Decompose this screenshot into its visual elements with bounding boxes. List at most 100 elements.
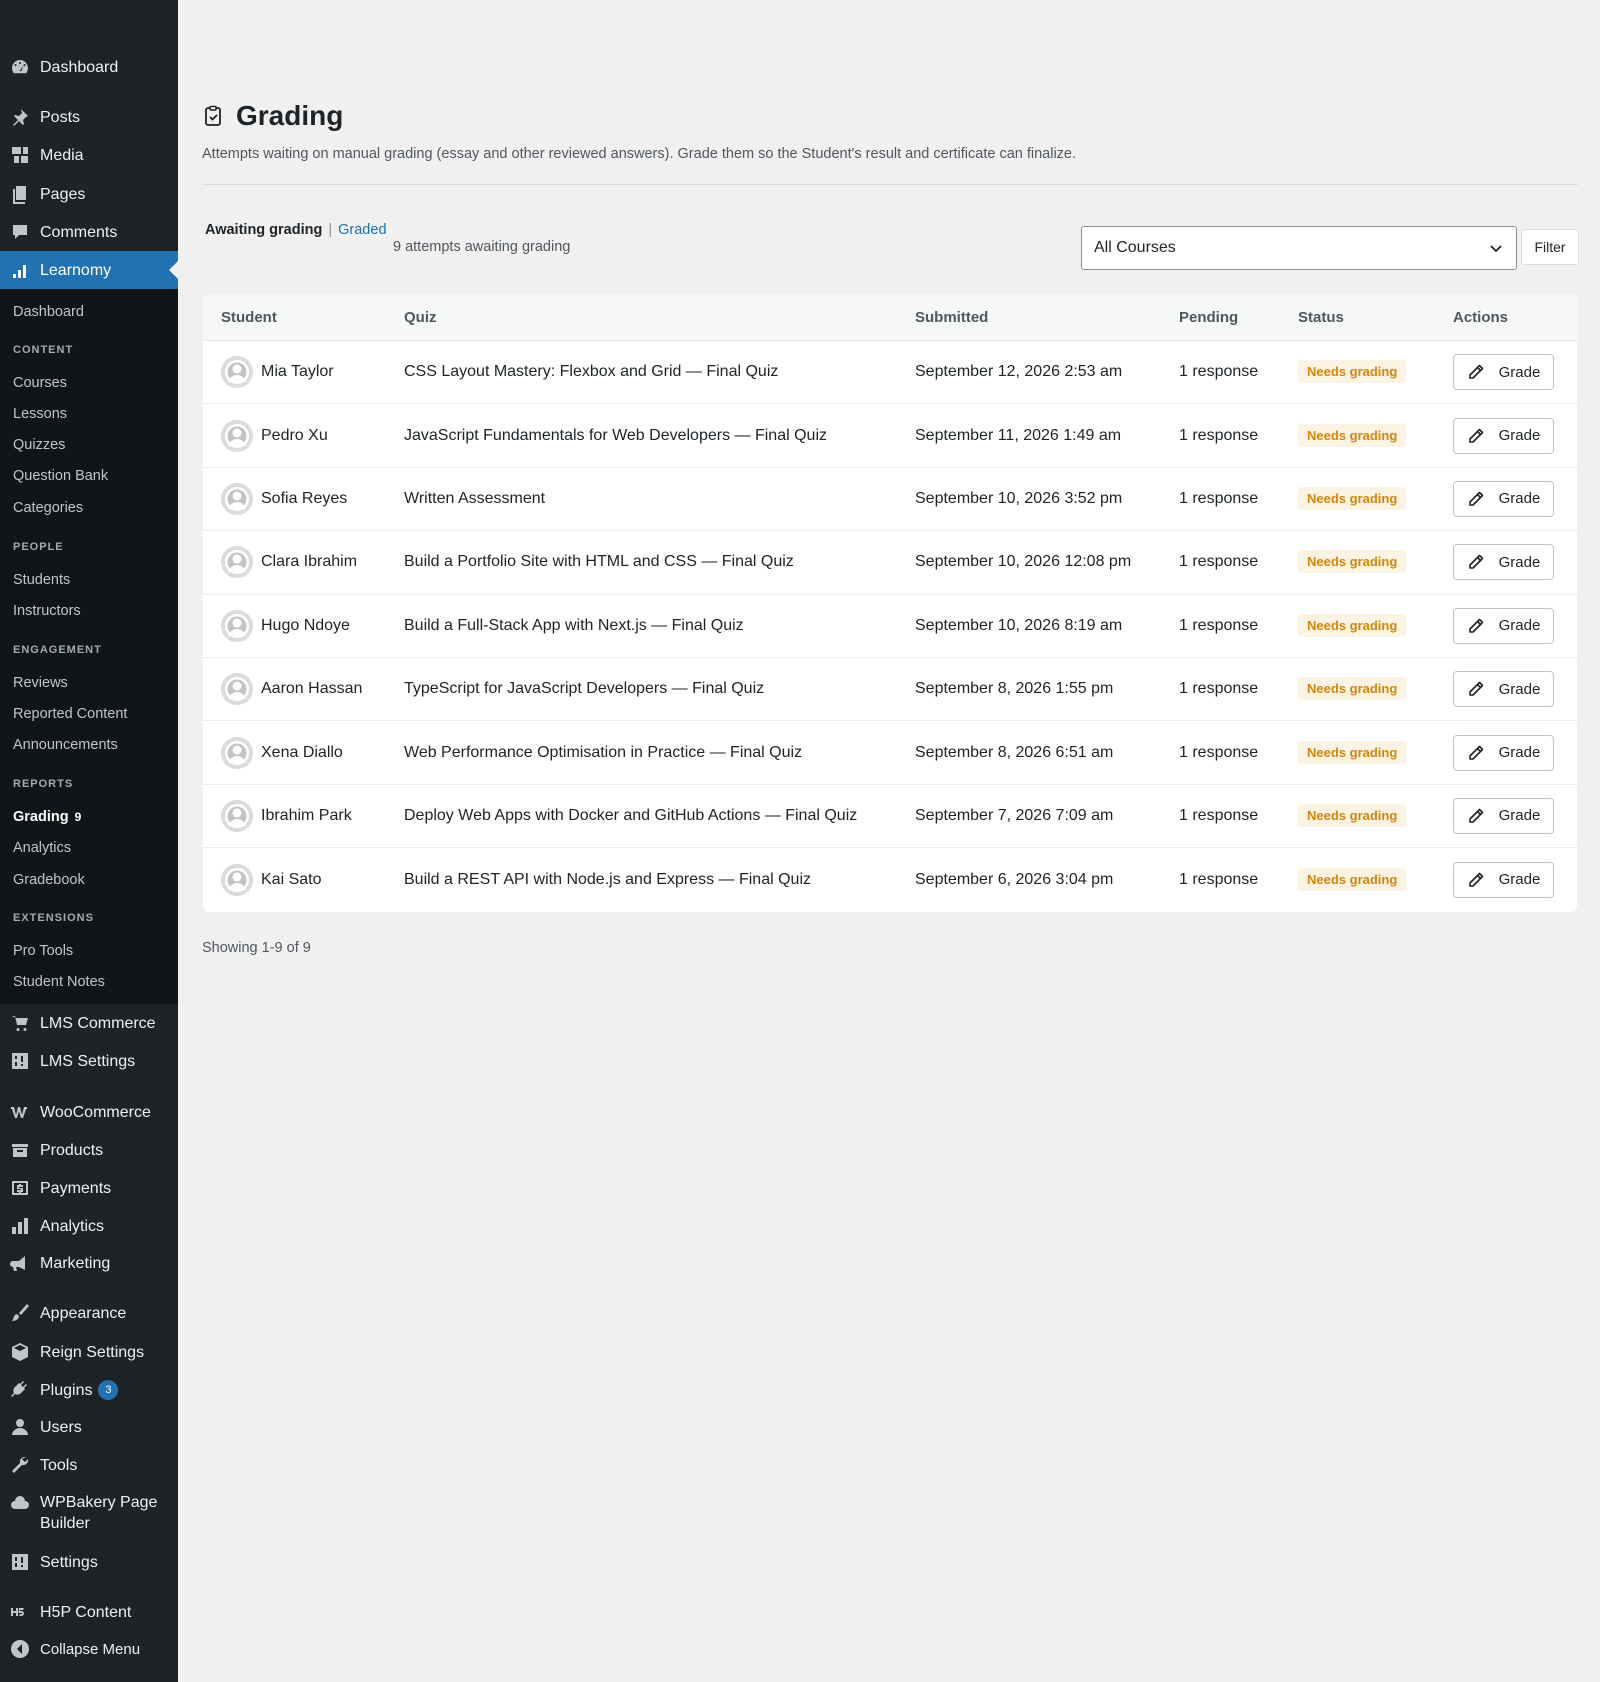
menu-label: Comments [40, 223, 118, 241]
plugins-label: Plugins [40, 1381, 93, 1399]
menu-appearance[interactable]: Appearance [0, 1294, 178, 1332]
submenu-student-notes[interactable]: Student Notes [13, 973, 105, 991]
status-cell: Needs grading [1298, 867, 1407, 891]
status-badge: Needs grading [1298, 550, 1407, 574]
course-filter-select[interactable]: All Courses [1081, 226, 1517, 270]
pin-icon [0, 107, 40, 127]
menu-lms-commerce[interactable]: LMS Commerce [0, 1004, 178, 1042]
menu-label: H5P Content [40, 1603, 132, 1621]
submenu-question-bank[interactable]: Question Bank [13, 467, 108, 485]
quiz-title: TypeScript for JavaScript Developers — F… [404, 680, 765, 698]
grade-button[interactable]: Grade [1453, 354, 1554, 391]
menu-posts[interactable]: Posts [0, 98, 178, 136]
submenu-courses[interactable]: Courses [13, 374, 67, 392]
menu-wpbakery[interactable]: WPBakery Page Builder [0, 1484, 178, 1540]
menu-reign-settings[interactable]: Reign Settings [0, 1333, 178, 1371]
dashboard-icon [0, 57, 40, 77]
grade-button-label: Grade [1498, 427, 1541, 445]
menu-pages[interactable]: Pages [0, 175, 178, 213]
avatar [221, 419, 253, 452]
view-awaiting-grading[interactable]: Awaiting grading [205, 222, 322, 238]
grade-button[interactable]: Grade [1453, 671, 1554, 708]
submenu-students[interactable]: Students [13, 571, 70, 589]
submenu-pro-tools[interactable]: Pro Tools [13, 942, 73, 960]
menu-marketing[interactable]: Marketing [0, 1244, 178, 1282]
menu-plugins[interactable]: Plugins 3 [0, 1371, 178, 1409]
submitted-date: September 12, 2026 2:53 am [915, 363, 1123, 381]
submenu-quizzes[interactable]: Quizzes [13, 436, 65, 454]
submenu-reported-content[interactable]: Reported Content [13, 705, 127, 723]
menu-woocommerce[interactable]: WooCommerce [0, 1093, 178, 1131]
submenu-announcements[interactable]: Announcements [13, 736, 118, 754]
menu-label: Posts [40, 108, 81, 126]
grade-button[interactable]: Grade [1453, 480, 1554, 517]
status-badge: Needs grading [1298, 486, 1407, 510]
menu-learnomy[interactable]: Learnomy [0, 251, 178, 289]
student-name: Hugo Ndoye [261, 616, 350, 634]
pending-count: 1 response [1179, 553, 1259, 571]
grade-button[interactable]: Grade [1453, 797, 1554, 834]
menu-tools[interactable]: Tools [0, 1446, 178, 1484]
submenu-grading[interactable]: Grading 9 [13, 808, 81, 826]
table-row: Hugo Ndoye Build a Full-Stack App with Ne… [203, 595, 1577, 658]
pending-count: 1 response [1179, 680, 1259, 698]
quiz-title: Build a Portfolio Site with HTML and CSS… [404, 553, 794, 571]
grade-button[interactable]: Grade [1453, 544, 1554, 581]
table-row: Pedro Xu JavaScript Fundamentals for Web … [203, 404, 1577, 468]
grade-button[interactable]: Grade [1453, 417, 1554, 454]
h5p-icon [0, 1602, 40, 1622]
status-cell: Needs grading [1298, 550, 1407, 574]
grade-button[interactable]: Grade [1453, 607, 1554, 644]
menu-dashboard[interactable]: Dashboard [0, 48, 178, 86]
pencil-icon [1468, 491, 1483, 506]
student-name: Kai Sato [261, 870, 322, 888]
menu-label: Tools [40, 1456, 78, 1474]
menu-label: Learnomy [40, 261, 112, 279]
student-name: Ibrahim Park [261, 806, 352, 824]
menu-lms-settings[interactable]: LMS Settings [0, 1042, 178, 1080]
menu-users[interactable]: Users [0, 1408, 178, 1446]
pagination-summary: Showing 1-9 of 9 [202, 940, 311, 956]
menu-h5p-content[interactable]: H5P Content [0, 1593, 178, 1631]
learnomy-submenu: Dashboard CONTENT Courses Lessons Quizze… [0, 289, 178, 1004]
menu-products[interactable]: Products [0, 1131, 178, 1169]
menu-media[interactable]: Media [0, 136, 178, 174]
avatar [221, 609, 253, 642]
table-row: Aaron Hassan TypeScript for JavaScript De… [203, 658, 1577, 722]
student-name: Clara Ibrahim [261, 553, 358, 571]
active-indicator [169, 261, 178, 279]
submenu-instructors[interactable]: Instructors [13, 602, 81, 620]
submenu-categories[interactable]: Categories [13, 499, 83, 517]
column-header-status: Status [1298, 308, 1344, 326]
pencil-icon [1468, 618, 1483, 633]
submenu-heading-people: PEOPLE [13, 541, 64, 553]
menu-payments[interactable]: Payments [0, 1169, 178, 1207]
woo-icon [0, 1102, 40, 1122]
submenu-reviews[interactable]: Reviews [13, 674, 68, 692]
menu-analytics[interactable]: Analytics [0, 1207, 178, 1245]
avatar [221, 736, 253, 769]
collapse-menu-button[interactable]: Collapse Menu [0, 1630, 178, 1668]
grade-button-label: Grade [1498, 871, 1541, 889]
submenu-gradebook[interactable]: Gradebook [13, 871, 85, 889]
submitted-date: September 7, 2026 7:09 am [915, 806, 1114, 824]
submenu-lessons[interactable]: Lessons [13, 405, 67, 423]
course-filter-value: All Courses [1094, 239, 1176, 256]
attempt-count: 9 attempts awaiting grading [393, 239, 571, 255]
page-title: Grading [236, 100, 344, 131]
grade-button[interactable]: Grade [1453, 734, 1554, 771]
submenu-dashboard[interactable]: Dashboard [13, 303, 84, 321]
page-heading: Grading [202, 100, 343, 132]
menu-comments[interactable]: Comments [0, 213, 178, 251]
menu-settings[interactable]: Settings [0, 1543, 178, 1581]
menu-label: Reign Settings [40, 1343, 145, 1361]
submenu-heading-content: CONTENT [13, 344, 74, 356]
view-graded-link[interactable]: Graded [338, 222, 386, 238]
menu-label: WooCommerce [40, 1103, 151, 1121]
student-name: Pedro Xu [261, 426, 328, 444]
pending-count: 1 response [1179, 363, 1259, 381]
status-badge: Needs grading [1298, 740, 1407, 764]
submenu-analytics[interactable]: Analytics [13, 839, 71, 857]
filter-button[interactable]: Filter [1521, 229, 1579, 265]
grade-button[interactable]: Grade [1453, 861, 1554, 898]
